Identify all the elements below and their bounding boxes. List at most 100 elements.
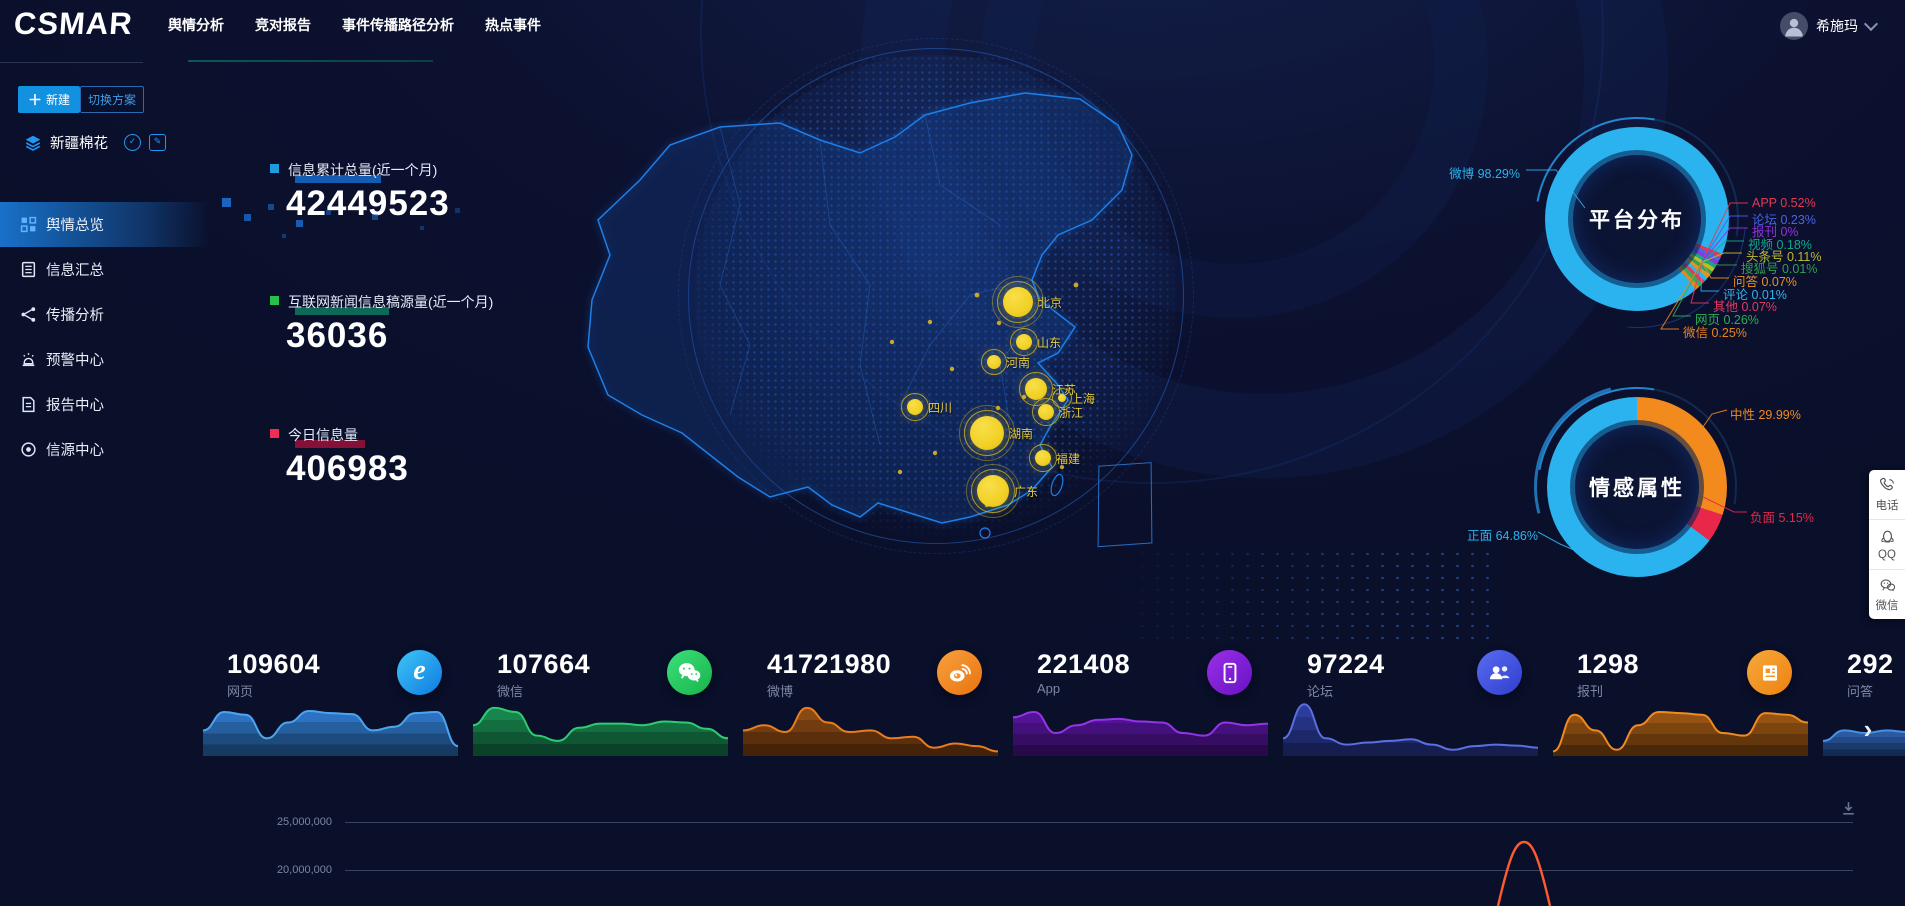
map-bubble-label: 浙江 xyxy=(1059,404,1083,421)
map-bubble-8[interactable] xyxy=(1035,450,1051,466)
pixel-decoration xyxy=(326,210,331,215)
map-bubble-label: 广东 xyxy=(1014,483,1038,500)
sidebar-item-1[interactable]: 信息汇总 xyxy=(0,247,145,292)
platform-donut-title: 平台分布 xyxy=(1589,204,1685,234)
card-label: 问答 xyxy=(1847,681,1873,700)
sidebar-item-label: 报告中心 xyxy=(46,394,104,415)
platform-card-1[interactable]: 107664微信 xyxy=(473,645,728,757)
sidebar-item-label: 信息汇总 xyxy=(46,259,104,280)
platform-card-4[interactable]: 97224论坛 xyxy=(1283,645,1538,757)
new-plan-button[interactable]: ＋ 新建 xyxy=(18,86,80,113)
map-bubble-label: 河南 xyxy=(1006,354,1030,371)
users-icon xyxy=(1477,650,1522,695)
list-doc-icon xyxy=(20,261,37,278)
contact-item-2[interactable]: 微信 xyxy=(1869,569,1905,619)
contact-item-0[interactable]: 电话 xyxy=(1869,470,1905,519)
pixel-decoration xyxy=(296,220,303,227)
stat-label: 互联网新闻信息稿源量(近一个月) xyxy=(288,292,493,312)
newspaper-icon xyxy=(1747,650,1792,695)
contact-label: 电话 xyxy=(1876,497,1899,513)
map-bubble-6[interactable] xyxy=(907,399,923,415)
map-bubble-9[interactable] xyxy=(977,475,1009,507)
card-value: 292 xyxy=(1847,649,1894,680)
check-circle-icon[interactable]: ✓ xyxy=(124,134,141,151)
top-navigation: 舆情分析 竞对报告 事件传播路径分析 热点事件 xyxy=(168,0,541,50)
sidebar-divider xyxy=(0,62,143,63)
nav-item-2[interactable]: 事件传播路径分析 xyxy=(342,15,454,35)
contact-item-1[interactable]: QQ xyxy=(1869,519,1905,569)
sidebar-item-5[interactable]: 信源中心 xyxy=(0,427,145,472)
platform-label-11: 微信 0.25% xyxy=(1683,322,1747,341)
sidebar-item-4[interactable]: 报告中心 xyxy=(0,382,145,427)
card-label: 网页 xyxy=(227,681,253,700)
particles-decoration xyxy=(1030,548,1500,644)
nav-item-1[interactable]: 竞对报告 xyxy=(255,15,311,35)
stat-marker xyxy=(270,296,279,305)
map-bubble-1[interactable] xyxy=(1016,334,1032,350)
current-plan-row: 新疆棉花 ✓ ✎ xyxy=(24,132,166,153)
contact-label: 微信 xyxy=(1876,597,1899,613)
pixel-decoration xyxy=(372,214,378,220)
card-sparkline xyxy=(1553,699,1808,756)
map-bubble-5[interactable] xyxy=(1038,404,1054,420)
wechat-icon xyxy=(1878,576,1897,595)
card-sparkline xyxy=(473,699,728,756)
switch-plan-button[interactable]: 切换方案 xyxy=(80,86,144,113)
trend-axis-label: 20,000,000 xyxy=(250,864,332,876)
stat-value: 42449523 xyxy=(286,184,450,224)
grid-icon xyxy=(20,216,37,233)
stat-value: 406983 xyxy=(286,449,409,489)
switch-plan-label: 切换方案 xyxy=(88,91,136,108)
nav-item-0[interactable]: 舆情分析 xyxy=(168,15,224,35)
sentiment-label-0: 中性 29.99% xyxy=(1730,404,1801,423)
wechat-icon xyxy=(667,650,712,695)
map-bubble-7[interactable] xyxy=(970,416,1004,450)
user-name: 希施玛 xyxy=(1816,16,1858,36)
pixel-decoration xyxy=(244,214,251,221)
map-bubble-label: 福建 xyxy=(1056,450,1080,467)
map-bubble-4[interactable] xyxy=(1058,394,1066,402)
new-plan-label: 新建 xyxy=(46,91,70,108)
download-icon[interactable] xyxy=(1840,800,1857,817)
brand-logo[interactable]: CSMAR xyxy=(13,6,134,42)
card-value: 221408 xyxy=(1037,649,1130,680)
platform-card-2[interactable]: 41721980微博 xyxy=(743,645,998,757)
contact-panel: 电话 QQ 微信 xyxy=(1869,470,1905,619)
contact-label: QQ xyxy=(1878,549,1896,561)
platform-card-0[interactable]: 109604网页e xyxy=(203,645,458,757)
card-value: 107664 xyxy=(497,649,590,680)
edit-icon[interactable]: ✎ xyxy=(149,134,166,151)
dashboard-root: CSMAR 舆情分析 竞对报告 事件传播路径分析 热点事件 希施玛 ＋ 新建 切换方案… xyxy=(0,0,1905,906)
sentiment-donut: 情感属性 xyxy=(1547,397,1727,577)
card-label: 微博 xyxy=(767,681,793,700)
platform-label-1: APP 0.52% xyxy=(1752,196,1816,210)
report-doc-icon xyxy=(20,396,37,413)
platform-card-3[interactable]: 221408App xyxy=(1013,645,1268,757)
sidebar-item-label: 传播分析 xyxy=(46,304,104,325)
sidebar-item-2[interactable]: 传播分析 xyxy=(0,292,145,337)
map-bubble-3[interactable] xyxy=(1025,378,1047,400)
nav-accent-line xyxy=(188,60,433,62)
sentiment-label-1: 负面 5.15% xyxy=(1750,507,1814,526)
map-bubble-0[interactable] xyxy=(1003,287,1033,317)
sentiment-label-2: 正面 64.86% xyxy=(1467,525,1538,544)
sidebar-item-label: 舆情总览 xyxy=(46,214,104,235)
plus-icon: ＋ xyxy=(28,90,42,110)
card-label: 微信 xyxy=(497,681,523,700)
pixel-decoration xyxy=(420,226,424,230)
stat-value: 36036 xyxy=(286,316,388,356)
user-menu[interactable]: 希施玛 xyxy=(1780,12,1876,40)
stat-label: 信息累计总量(近一个月) xyxy=(288,160,437,180)
carousel-next-button[interactable]: › xyxy=(1853,712,1883,746)
card-label: App xyxy=(1037,681,1060,696)
map-bubble-2[interactable] xyxy=(987,355,1001,369)
nav-item-3[interactable]: 热点事件 xyxy=(485,15,541,35)
platform-card-5[interactable]: 1298报刊 xyxy=(1553,645,1808,757)
sidebar-item-3[interactable]: 预警中心 xyxy=(0,337,145,382)
alarm-icon xyxy=(20,351,37,368)
avatar xyxy=(1780,12,1808,40)
pixel-decoration xyxy=(222,198,231,207)
stat-marker xyxy=(270,429,279,438)
sidebar-item-0[interactable]: 舆情总览 xyxy=(0,202,210,247)
card-value: 41721980 xyxy=(767,649,891,680)
